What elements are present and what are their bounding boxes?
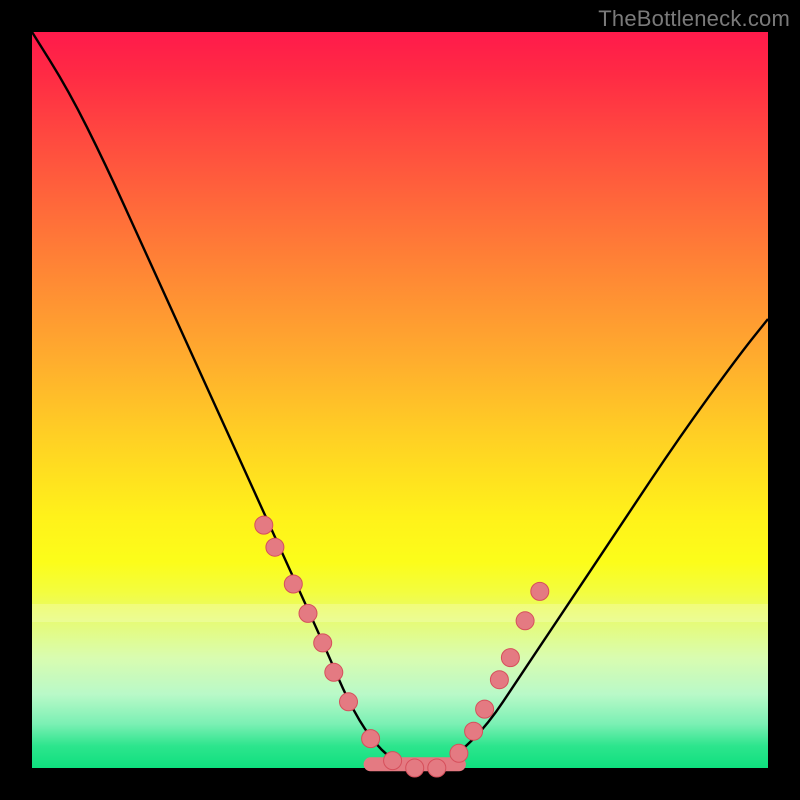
marker-dot xyxy=(516,612,534,630)
marker-dot xyxy=(255,516,273,534)
marker-dot xyxy=(428,759,446,777)
marker-dot xyxy=(384,752,402,770)
marker-dot xyxy=(476,700,494,718)
marker-dot xyxy=(362,730,380,748)
chart-svg xyxy=(32,32,768,768)
marker-dot xyxy=(299,604,317,622)
marker-dot xyxy=(531,582,549,600)
marker-dot xyxy=(325,663,343,681)
bottleneck-curve xyxy=(32,32,768,768)
marker-dot xyxy=(266,538,284,556)
marker-dot xyxy=(284,575,302,593)
marker-dot xyxy=(340,693,358,711)
marker-dot xyxy=(465,722,483,740)
marker-dot xyxy=(450,744,468,762)
chart-frame: TheBottleneck.com xyxy=(0,0,800,800)
marker-dot xyxy=(406,759,424,777)
curve-markers xyxy=(255,516,549,777)
watermark-text: TheBottleneck.com xyxy=(598,6,790,32)
marker-dot xyxy=(501,649,519,667)
marker-dot xyxy=(490,671,508,689)
marker-dot xyxy=(314,634,332,652)
